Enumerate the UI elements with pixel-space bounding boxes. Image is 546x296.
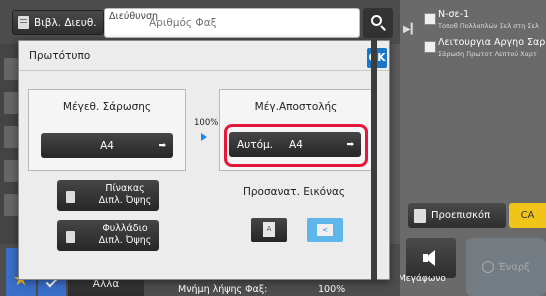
start-label: Έναρξ bbox=[498, 261, 530, 273]
arrow-right-icon: ➡ bbox=[158, 140, 166, 151]
search-icon bbox=[371, 15, 382, 26]
fax-memory-value: 100% bbox=[318, 284, 346, 295]
speaker-button[interactable] bbox=[406, 238, 456, 278]
fax-number-input[interactable] bbox=[149, 14, 349, 32]
ok-button[interactable]: OK bbox=[367, 48, 387, 68]
address-book-icon bbox=[18, 16, 29, 29]
address-book-label: Βιβλ. Διευθ. bbox=[34, 16, 97, 29]
duplex-book-line1: Πίνακας bbox=[105, 183, 145, 194]
orientation-landscape-button[interactable]: < bbox=[307, 218, 343, 242]
highlight-frame bbox=[224, 124, 368, 167]
scan-size-group: Μέγεθ. Σάρωσης A4 ➡ bbox=[28, 89, 186, 171]
checkbox[interactable] bbox=[424, 41, 436, 53]
ratio-value: 100% bbox=[194, 118, 219, 128]
preview-icon bbox=[414, 208, 426, 223]
tablet-icon bbox=[66, 231, 75, 243]
job-subtitle: Σάρωση Πρωτοτ Λεπτού Χαρτ bbox=[438, 50, 537, 58]
original-dialog: Πρωτότυπο OK Μέγεθ. Σάρωσης A4 ➡ 100% Μέ… bbox=[18, 40, 390, 280]
job-subtitle: Τοποθ Πολλαπλών Σελ στη Σελ bbox=[438, 22, 539, 30]
orientation-label: Προσανατ. Εικόνας bbox=[242, 186, 346, 198]
speaker-label: Μεγάφωνο bbox=[398, 274, 446, 284]
ca-button[interactable]: CA bbox=[509, 203, 546, 228]
scan-size-button[interactable]: A4 ➡ bbox=[41, 133, 173, 158]
arrow-right-icon bbox=[201, 133, 207, 141]
job-item[interactable]: Λειτουργια Αργηο Σαρωσης Σάρωση Πρωτοτ Λ… bbox=[424, 36, 546, 62]
job-title: Λειτουργια Αργηο Σαρωσης bbox=[438, 37, 546, 48]
job-title: N-σε-1 bbox=[438, 9, 470, 20]
duplex-book-line2: Διπλ. Όψης bbox=[98, 195, 152, 206]
preview-label: Προεπισκόπ bbox=[431, 210, 491, 221]
portrait-page-icon: A bbox=[263, 222, 275, 237]
job-item[interactable]: N-σε-1 Τοποθ Πολλαπλών Σελ στη Σελ bbox=[424, 8, 546, 34]
scrollbar[interactable] bbox=[371, 40, 377, 280]
speaker-icon bbox=[425, 250, 435, 266]
preview-button[interactable]: Προεπισκόπ bbox=[408, 203, 506, 228]
book-icon bbox=[66, 191, 75, 203]
duplex-book-button[interactable]: Πίνακας Διπλ. Όψης bbox=[57, 180, 159, 211]
start-icon bbox=[482, 261, 495, 273]
search-button[interactable] bbox=[363, 8, 393, 38]
fax-memory-label: Μνήμη λήψης Φαξ: bbox=[178, 284, 268, 295]
checkbox[interactable] bbox=[424, 13, 436, 25]
send-size-title: Μέγ.Αποστολής bbox=[254, 101, 338, 113]
duplex-tablet-button[interactable]: Φυλλάδιο Διπλ. Όψης bbox=[57, 220, 159, 251]
scan-size-title: Μέγεθ. Σάρωσης bbox=[62, 101, 152, 113]
dialog-header: Πρωτότυπο OK bbox=[19, 41, 389, 71]
landscape-page-icon: < bbox=[317, 224, 333, 236]
fax-number-field[interactable]: Διεύθυνση bbox=[104, 8, 360, 38]
address-book-button[interactable]: Βιβλ. Διευθ. bbox=[12, 10, 104, 35]
dialog-title: Πρωτότυπο bbox=[29, 50, 91, 62]
scan-size-value: A4 bbox=[100, 139, 114, 152]
start-button[interactable]: Έναρξ bbox=[466, 238, 546, 296]
duplex-tablet-line1: Φυλλάδιο bbox=[102, 223, 148, 234]
duplex-tablet-line2: Διπλ. Όψης bbox=[98, 235, 152, 246]
play-icon[interactable]: ▶▎ bbox=[403, 24, 418, 35]
orientation-portrait-button[interactable]: A bbox=[251, 218, 287, 242]
destination-label: Διεύθυνση bbox=[109, 11, 159, 22]
